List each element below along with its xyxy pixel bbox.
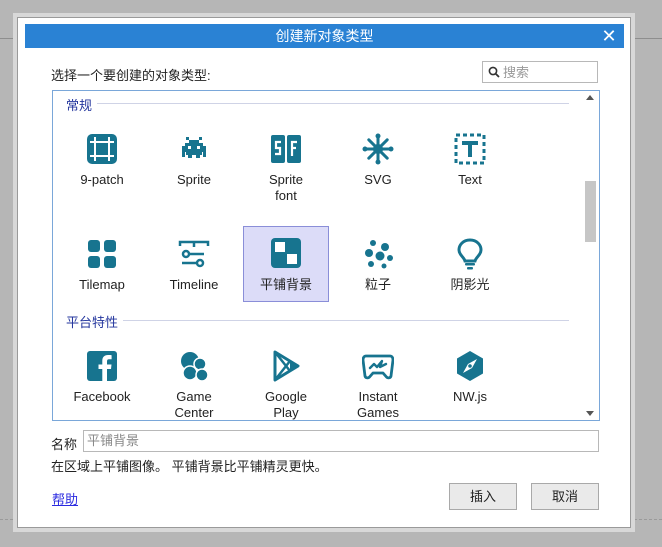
- object-tile-game-center[interactable]: Game Center: [151, 345, 237, 420]
- tile-label: SVG: [364, 172, 392, 187]
- list-scrollbar[interactable]: [582, 91, 599, 420]
- cancel-button[interactable]: 取消: [531, 483, 599, 510]
- tile-label: NW.js: [453, 389, 487, 404]
- search-input[interactable]: [503, 62, 595, 82]
- object-type-list[interactable]: 常规 9-patch Sprite Sprite font SVG Text T…: [52, 90, 600, 421]
- object-tile-text[interactable]: Text: [427, 128, 513, 202]
- timeline-icon: [178, 238, 210, 270]
- game-center-icon: [178, 350, 210, 382]
- object-tile-google-play[interactable]: Google Play: [243, 345, 329, 420]
- tile-label: 平铺背景: [259, 277, 312, 292]
- dialog-title: 创建新对象类型: [275, 28, 374, 44]
- google-play-icon: [270, 350, 302, 382]
- tile-label: Google Play: [265, 389, 307, 420]
- name-label: 名称: [51, 437, 78, 452]
- facebook-icon: [86, 350, 118, 382]
- object-tile-particles[interactable]: 粒子: [335, 233, 421, 307]
- group-divider: [97, 103, 569, 104]
- object-description: 在区域上平铺图像。 平铺背景比平铺精灵更快。: [51, 459, 328, 474]
- tile-label: Sprite: [177, 172, 211, 187]
- search-box[interactable]: [482, 61, 598, 83]
- text-icon: [454, 133, 486, 165]
- dialog-prompt: 选择一个要创建的对象类型:: [51, 68, 211, 83]
- object-tile-shadow-light[interactable]: 阴影光: [427, 233, 513, 307]
- object-tile-facebook[interactable]: Facebook: [59, 345, 145, 419]
- close-icon[interactable]: ✕: [600, 24, 618, 48]
- shadow-light-icon: [454, 238, 486, 270]
- nwjs-icon: [454, 350, 486, 382]
- instant-games-icon: [362, 350, 394, 382]
- tile-label: Timeline: [169, 277, 219, 292]
- tile-label: 粒子: [364, 277, 391, 292]
- object-tile-9-patch[interactable]: 9-patch: [59, 128, 145, 202]
- name-field[interactable]: 平铺背景: [83, 430, 599, 452]
- group-header-platform: 平台特性: [66, 315, 119, 330]
- insert-button[interactable]: 插入: [449, 483, 517, 510]
- create-object-dialog: 创建新对象类型 ✕ 选择一个要创建的对象类型: 常规 9-patch: [17, 17, 631, 528]
- group-header-general: 常规: [66, 98, 93, 113]
- tile-label: Text: [458, 172, 482, 187]
- sprite-font-icon: [270, 133, 302, 165]
- sprite-icon: [178, 133, 210, 165]
- object-tile-sprite[interactable]: Sprite: [151, 128, 237, 202]
- scroll-up-arrow-icon[interactable]: [586, 95, 594, 100]
- tiled-background-icon: [270, 237, 302, 269]
- object-tile-instant-games[interactable]: Instant Games: [335, 345, 421, 420]
- tile-label: Sprite font: [269, 172, 303, 203]
- tilemap-icon: [86, 238, 118, 270]
- object-tile-tilemap[interactable]: Tilemap: [59, 233, 145, 307]
- object-tile-tiled-background[interactable]: 平铺背景: [243, 226, 329, 302]
- object-tile-timeline[interactable]: Timeline: [151, 233, 237, 307]
- object-tile-svg[interactable]: SVG: [335, 128, 421, 202]
- search-icon: [488, 66, 500, 78]
- object-tile-sprite-font[interactable]: Sprite font: [243, 128, 329, 203]
- tile-label: Instant Games: [357, 389, 399, 420]
- tile-label: Facebook: [73, 389, 131, 404]
- tile-label: Tilemap: [79, 277, 125, 292]
- tile-label: 9-patch: [80, 172, 124, 187]
- ninepatch-icon: [86, 133, 118, 165]
- particles-icon: [362, 238, 394, 270]
- tile-label: 阴影光: [450, 277, 490, 292]
- scrollbar-thumb[interactable]: [585, 181, 596, 242]
- help-link[interactable]: 帮助: [52, 489, 78, 508]
- object-tile-nwjs[interactable]: NW.js: [427, 345, 513, 419]
- svg-icon: [362, 133, 394, 165]
- dialog-title-bar: 创建新对象类型 ✕: [25, 24, 624, 48]
- scroll-down-arrow-icon[interactable]: [586, 411, 594, 416]
- group-divider: [123, 320, 569, 321]
- tile-label: Game Center: [174, 389, 214, 420]
